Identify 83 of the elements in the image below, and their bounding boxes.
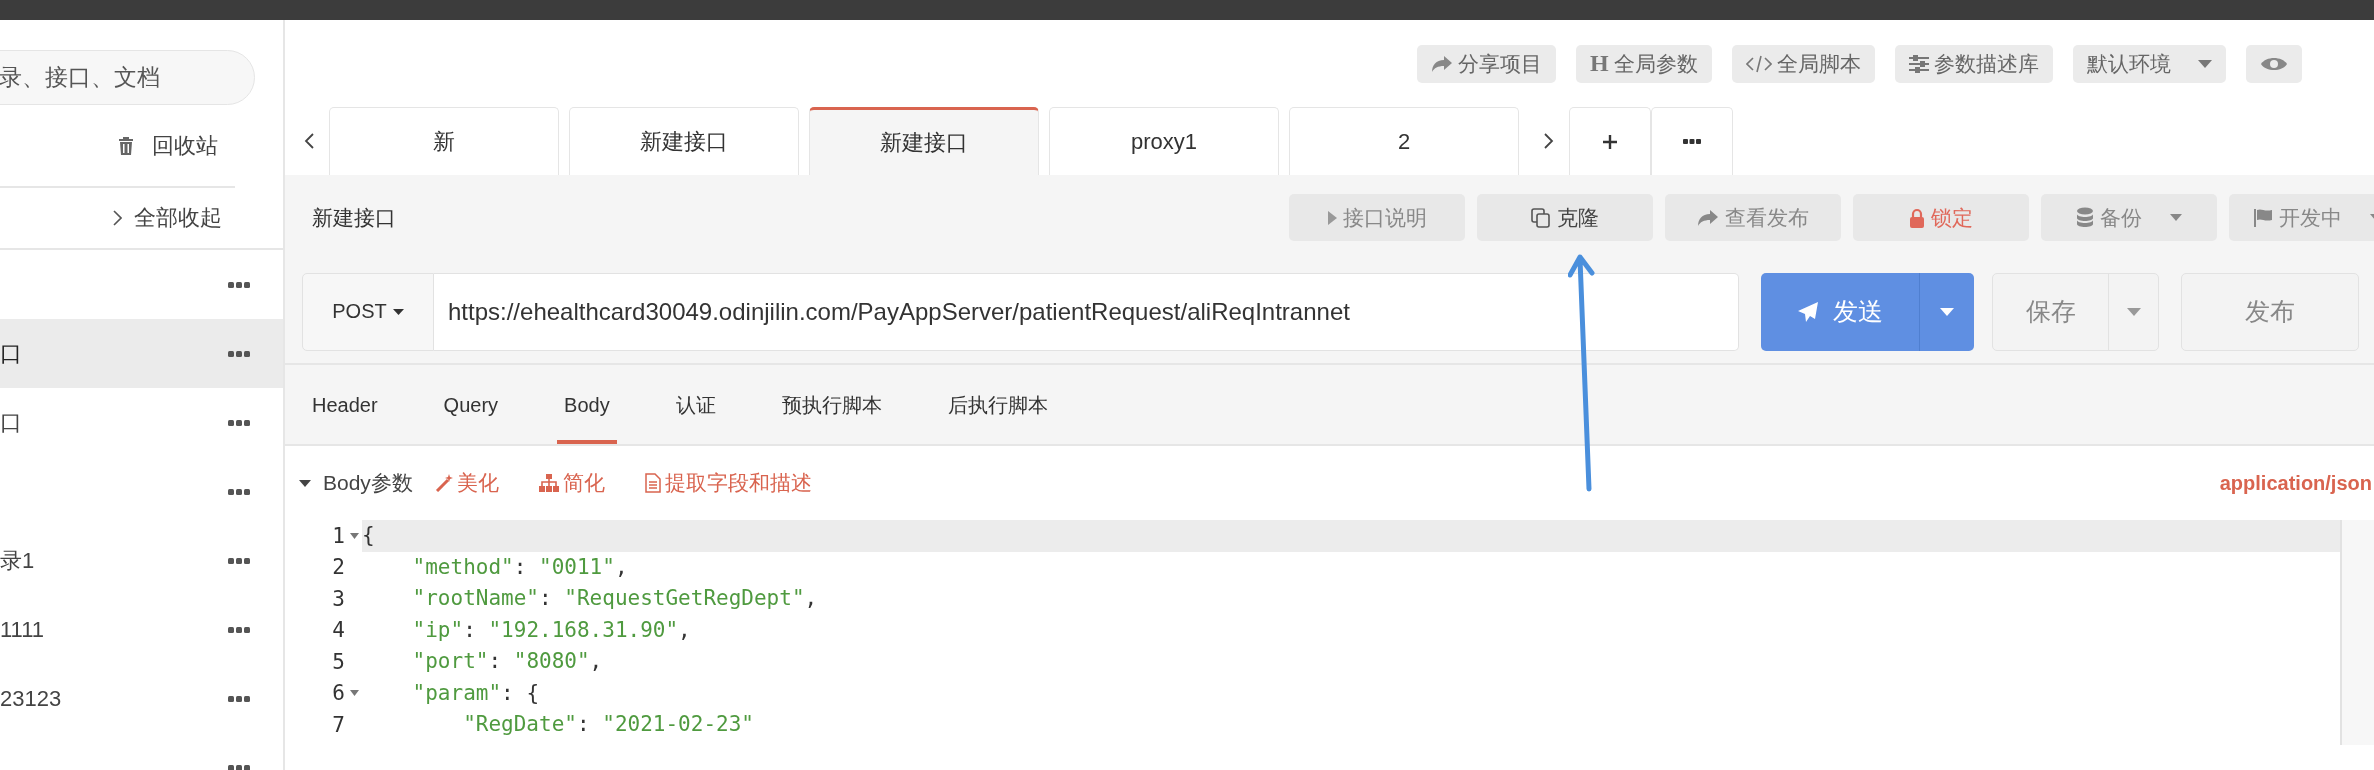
- caret-down-icon[interactable]: [299, 479, 311, 487]
- play-icon: [1327, 210, 1337, 225]
- action-button[interactable]: 克隆: [1477, 194, 1653, 241]
- sidebar-item[interactable]: 口: [0, 319, 283, 388]
- section-title: Body参数: [323, 470, 413, 496]
- tab[interactable]: Header: [305, 365, 385, 444]
- environment-dropdown[interactable]: 默认环境: [2072, 44, 2226, 83]
- chevron-left-icon[interactable]: [304, 133, 314, 149]
- toolbar-button[interactable]: H 全局参数: [1576, 44, 1712, 83]
- tab[interactable]: proxy1: [1049, 107, 1279, 175]
- code-line: "ip": "192.168.31.90",: [411, 616, 692, 644]
- caret-down-icon: [2197, 59, 2212, 68]
- preview-button[interactable]: [2245, 44, 2302, 83]
- code-line: "method": "0011",: [411, 553, 629, 581]
- toolbar-button[interactable]: 全局脚本: [1731, 44, 1875, 83]
- sidebar-item[interactable]: 口: [0, 388, 283, 457]
- lock-icon: [1909, 207, 1925, 228]
- line-number: 5: [332, 649, 345, 674]
- tab[interactable]: 认证: [668, 365, 723, 444]
- code-icon: [1745, 54, 1772, 73]
- code-line: "rootName": "RequestGetRegDept",: [411, 585, 819, 612]
- send-options-button[interactable]: [1919, 272, 1974, 351]
- more-icon[interactable]: [228, 764, 250, 770]
- line-number: 7: [332, 712, 345, 737]
- fold-icon[interactable]: [350, 532, 359, 539]
- trash-icon: [118, 135, 134, 156]
- more-icon[interactable]: [228, 281, 250, 288]
- line-number: 4: [332, 618, 345, 643]
- chevron-right-icon[interactable]: [1544, 133, 1554, 149]
- caret-down-icon: [392, 308, 404, 315]
- sliders-icon: [1908, 54, 1929, 73]
- more-icon[interactable]: [228, 419, 250, 426]
- toolbar-button[interactable]: 参数描述库: [1894, 44, 2053, 83]
- tab[interactable]: 预执行脚本: [774, 365, 889, 444]
- recycle-bin-link[interactable]: 回收站: [152, 130, 218, 161]
- collapse-all-link[interactable]: 全部收起: [134, 203, 222, 233]
- magic-wand-icon: [434, 474, 453, 492]
- document-icon: [644, 473, 661, 493]
- tab[interactable]: 2: [1289, 107, 1519, 175]
- tab[interactable]: 新建接口: [809, 107, 1039, 175]
- code-line: "RegDate": "2021-02-23": [462, 711, 755, 738]
- line-number: 6: [332, 681, 345, 706]
- line-number: 1: [332, 523, 345, 548]
- code-line: "port": "8080",: [411, 648, 604, 675]
- copy-icon: [1531, 207, 1551, 228]
- more-icon[interactable]: [228, 557, 250, 564]
- line-number: 3: [332, 586, 345, 611]
- caret-down-icon: [2170, 214, 2182, 221]
- more-icon[interactable]: [228, 626, 250, 633]
- url-field[interactable]: https://ehealthcard30049.odinjilin.com/PayAppServer/patientRequest/aliReqIntrannet: [434, 272, 1739, 351]
- more-icon: [1683, 139, 1701, 144]
- search-field[interactable]: 录、接口、文档: [0, 50, 255, 105]
- caret-down-icon: [1940, 308, 1954, 316]
- method-dropdown[interactable]: POST: [302, 272, 434, 351]
- code-line: "param": {: [411, 679, 541, 707]
- tab[interactable]: Body: [557, 365, 617, 444]
- share-arrow-icon: [1697, 208, 1719, 227]
- sidebar-item[interactable]: 23123: [0, 664, 283, 733]
- api-title: 新建接口: [312, 204, 397, 231]
- plus-icon: [1602, 133, 1618, 150]
- tool-link[interactable]: 美化: [434, 469, 499, 497]
- caret-down-icon: [2126, 308, 2141, 316]
- paper-plane-icon: [1797, 300, 1819, 323]
- flag-icon: [2252, 208, 2273, 227]
- tab[interactable]: 后执行脚本: [940, 365, 1055, 444]
- tool-link[interactable]: 提取字段和描述: [644, 469, 812, 497]
- database-icon: [2076, 206, 2094, 229]
- more-icon[interactable]: [228, 350, 250, 357]
- tab[interactable]: 新建接口: [569, 107, 799, 175]
- tool-link[interactable]: 简化: [538, 469, 605, 497]
- chevron-right-icon: [113, 210, 122, 226]
- sidebar-item[interactable]: 1111: [0, 595, 283, 664]
- more-icon[interactable]: [228, 488, 250, 495]
- tab[interactable]: Query: [436, 365, 506, 444]
- line-number: 2: [332, 555, 345, 580]
- share-arrow-icon: [1431, 54, 1453, 73]
- sidebar-item[interactable]: 录1: [0, 526, 283, 595]
- more-icon[interactable]: [228, 695, 250, 702]
- tab[interactable]: 新: [329, 107, 559, 175]
- toolbar-button[interactable]: 分享项目: [1417, 44, 1556, 83]
- fold-icon[interactable]: [350, 690, 359, 697]
- sitemap-icon: [538, 474, 559, 492]
- content-type-label[interactable]: application/json: [2219, 471, 2374, 495]
